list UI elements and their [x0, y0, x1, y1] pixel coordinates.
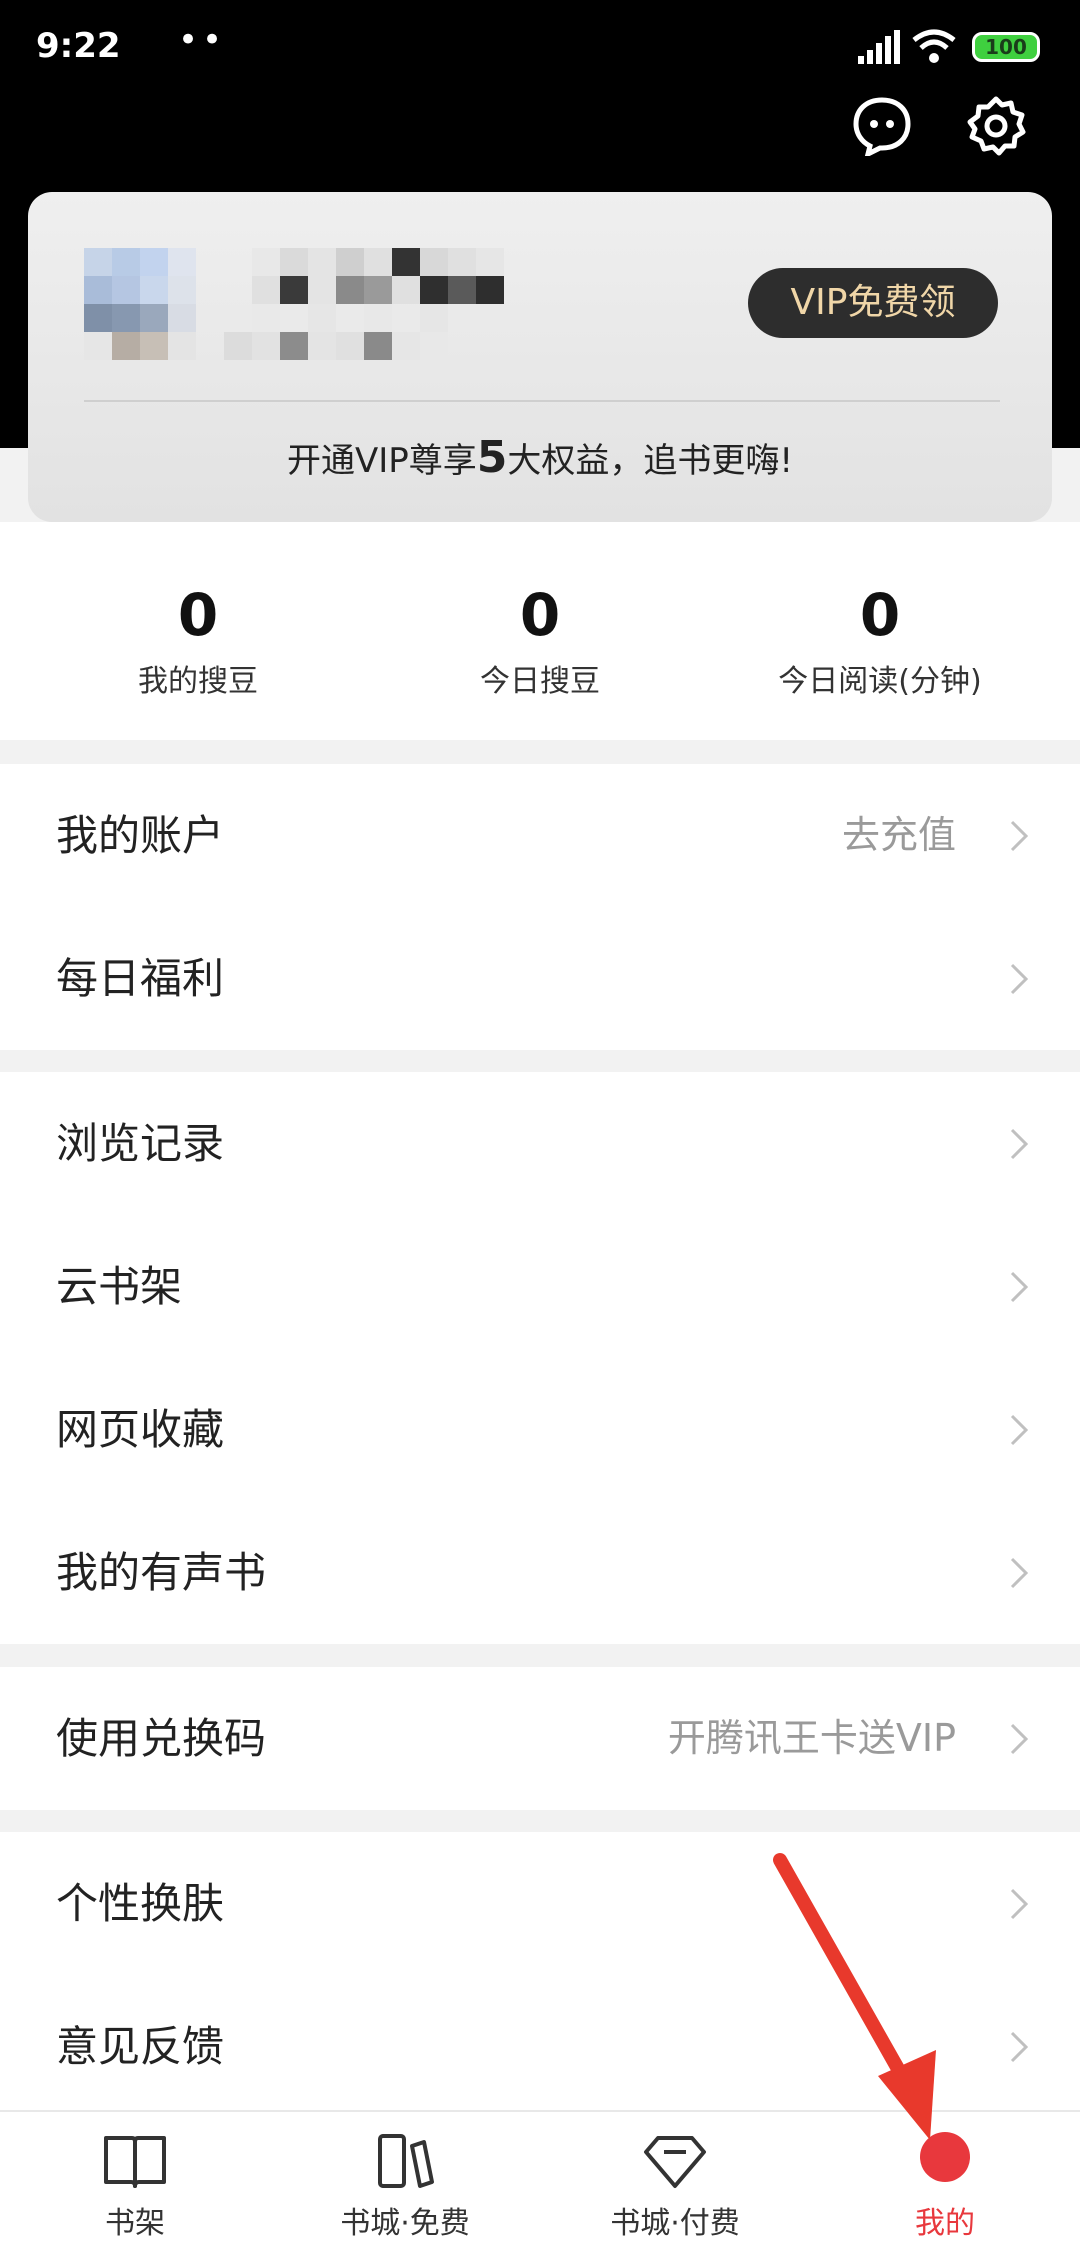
chevron-right-icon — [1010, 1414, 1028, 1446]
menu-item-label: 我的有声书 — [56, 1548, 267, 1597]
stats-section: 0 我的搜豆 0 今日搜豆 0 今日阅读(分钟) — [0, 522, 1080, 740]
menu-item-audiobooks[interactable]: 我的有声书 — [0, 1501, 1080, 1644]
chevron-right-icon — [1010, 820, 1028, 852]
promo-number: 5 — [476, 432, 508, 483]
stat-value: 0 — [859, 581, 901, 649]
chevron-right-icon — [1010, 1557, 1028, 1589]
menu-item-label: 浏览记录 — [56, 1119, 225, 1168]
stat-today-beans[interactable]: 0 今日搜豆 — [360, 582, 720, 700]
promo-suffix: 大权益，追书更嗨! — [507, 441, 794, 481]
promo-prefix: 开通VIP尊享 — [286, 441, 477, 481]
chevron-right-icon — [1010, 1128, 1028, 1160]
tab-label: 书城·免费 — [340, 2206, 470, 2241]
annotation-arrow — [773, 1853, 936, 2140]
tab-store-free[interactable]: 书城·免费 — [270, 2112, 540, 2248]
notification-dots: •• — [178, 20, 227, 60]
menu-item-label: 个性换肤 — [56, 1879, 225, 1928]
profile-card[interactable]: VIP免费领 开通VIP尊享5大权益，追书更嗨! — [28, 192, 1052, 522]
menu-group-redeem: 使用兑换码 开腾讯王卡送VIP — [0, 1667, 1080, 1810]
stat-value: 0 — [177, 581, 219, 649]
chevron-right-icon — [1010, 1723, 1028, 1755]
menu-item-label: 使用兑换码 — [56, 1714, 267, 1763]
menu-item-label: 每日福利 — [56, 954, 225, 1003]
signal-icon — [858, 30, 900, 64]
gear-icon[interactable] — [966, 96, 1026, 156]
tab-label: 书架 — [105, 2206, 165, 2241]
chevron-right-icon — [1010, 963, 1028, 995]
status-bar: 9:22 •• 100 — [0, 0, 1080, 90]
menu-item-daily-welfare[interactable]: 每日福利 — [0, 907, 1080, 1050]
message-icon[interactable] — [852, 96, 912, 156]
card-divider — [84, 400, 1000, 402]
battery-icon: 100 — [972, 32, 1040, 62]
status-time: 9:22 — [36, 26, 121, 66]
books-icon — [378, 2134, 434, 2188]
username-blurred — [224, 248, 560, 360]
vip-free-button[interactable]: VIP免费领 — [748, 268, 998, 338]
menu-group-library: 浏览记录 云书架 网页收藏 我的有声书 — [0, 1072, 1080, 1644]
menu-item-web-favorites[interactable]: 网页收藏 — [0, 1358, 1080, 1501]
book-open-icon — [104, 2136, 166, 2188]
menu-item-label: 网页收藏 — [56, 1405, 225, 1454]
menu-item-label: 云书架 — [56, 1262, 183, 1311]
chevron-right-icon — [1010, 1271, 1028, 1303]
avatar[interactable] — [84, 248, 196, 360]
menu-group-account: 我的账户 去充值 每日福利 — [0, 764, 1080, 1050]
tab-bookshelf[interactable]: 书架 — [0, 2112, 270, 2248]
menu-item-cloud-bookshelf[interactable]: 云书架 — [0, 1215, 1080, 1358]
diamond-icon — [644, 2136, 706, 2188]
menu-item-my-account[interactable]: 我的账户 去充值 — [0, 764, 1080, 907]
tab-label: 我的 — [915, 2206, 975, 2241]
redeem-promo-hint: 开腾讯王卡送VIP — [667, 1716, 956, 1760]
stat-label: 今日搜豆 — [480, 664, 600, 699]
menu-item-redeem-code[interactable]: 使用兑换码 开腾讯王卡送VIP — [0, 1667, 1080, 1810]
menu-item-browse-history[interactable]: 浏览记录 — [0, 1072, 1080, 1215]
stat-value: 0 — [519, 581, 561, 649]
stat-my-beans[interactable]: 0 我的搜豆 — [18, 582, 378, 700]
menu-item-label: 我的账户 — [56, 811, 225, 860]
menu-item-label: 意见反馈 — [56, 2022, 225, 2071]
chevron-right-icon — [1010, 2031, 1028, 2063]
chevron-right-icon — [1010, 1888, 1028, 1920]
tab-label: 书城·付费 — [610, 2206, 740, 2241]
recharge-hint: 去充值 — [841, 813, 956, 857]
stat-label: 今日阅读(分钟) — [778, 664, 982, 699]
stat-reading-minutes[interactable]: 0 今日阅读(分钟) — [700, 582, 1060, 700]
stat-label: 我的搜豆 — [138, 664, 258, 699]
wifi-icon — [912, 29, 956, 63]
vip-promo-text[interactable]: 开通VIP尊享5大权益，追书更嗨! — [28, 432, 1052, 483]
